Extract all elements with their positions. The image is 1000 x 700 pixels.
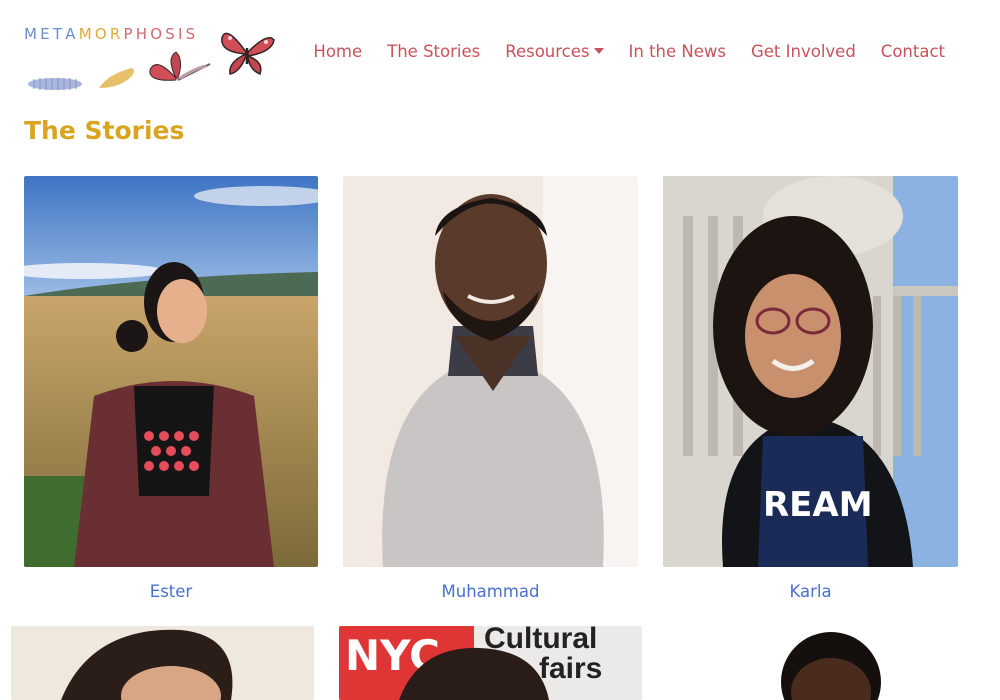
chrysalis-icon (99, 68, 134, 88)
caret-down-icon (593, 48, 604, 54)
nav-resources-dropdown[interactable]: Resources (505, 42, 604, 61)
story-name-karla[interactable]: Karla (663, 582, 958, 601)
butterfly-icon (221, 32, 275, 75)
logo-letter: R (109, 25, 124, 43)
logo-letter: T (52, 25, 66, 43)
logo-letter: M (24, 25, 41, 43)
logo-letter: M (78, 25, 95, 43)
page-title: The Stories (24, 116, 185, 145)
logo-letter: S (185, 25, 199, 43)
logo-wordmark: METAMORPHOSIS (24, 25, 198, 43)
story-name-muhammad[interactable]: Muhammad (343, 582, 638, 601)
nav-the-stories[interactable]: The Stories (387, 42, 480, 61)
story-photo-row2-left[interactable] (11, 626, 314, 700)
nav-home[interactable]: Home (313, 42, 362, 61)
story-name-ester[interactable]: Ester (24, 582, 318, 601)
site-logo[interactable]: METAMORPHOSIS (24, 18, 284, 98)
story-photo-karla[interactable]: REAM (663, 176, 958, 567)
story-photo-ester[interactable] (24, 176, 318, 567)
nav-contact[interactable]: Contact (881, 42, 945, 61)
main-nav: Home The Stories Resources In the News G… (288, 42, 945, 61)
caterpillar-icon (28, 78, 82, 90)
logo-letter: I (177, 25, 186, 43)
logo-letter: P (123, 25, 136, 43)
logo-letter: A (65, 25, 79, 43)
emerging-butterfly-icon (149, 51, 211, 81)
logo-letter: E (40, 25, 53, 43)
logo-letter: O (94, 25, 110, 43)
shirt-text: REAM (763, 485, 873, 525)
story-photo-row2-right[interactable] (663, 626, 958, 700)
story-photo-row2-middle[interactable]: NYC Cultural fairs (339, 626, 642, 700)
logo-letter: O (150, 25, 166, 43)
story-photo-muhammad[interactable] (343, 176, 638, 567)
nav-get-involved[interactable]: Get Involved (751, 42, 856, 61)
nav-in-the-news[interactable]: In the News (629, 42, 726, 61)
logo-letter: S (165, 25, 178, 43)
logo-letter: H (135, 25, 151, 43)
sign-text-2: fairs (539, 652, 603, 685)
nav-resources-label: Resources (505, 42, 590, 61)
